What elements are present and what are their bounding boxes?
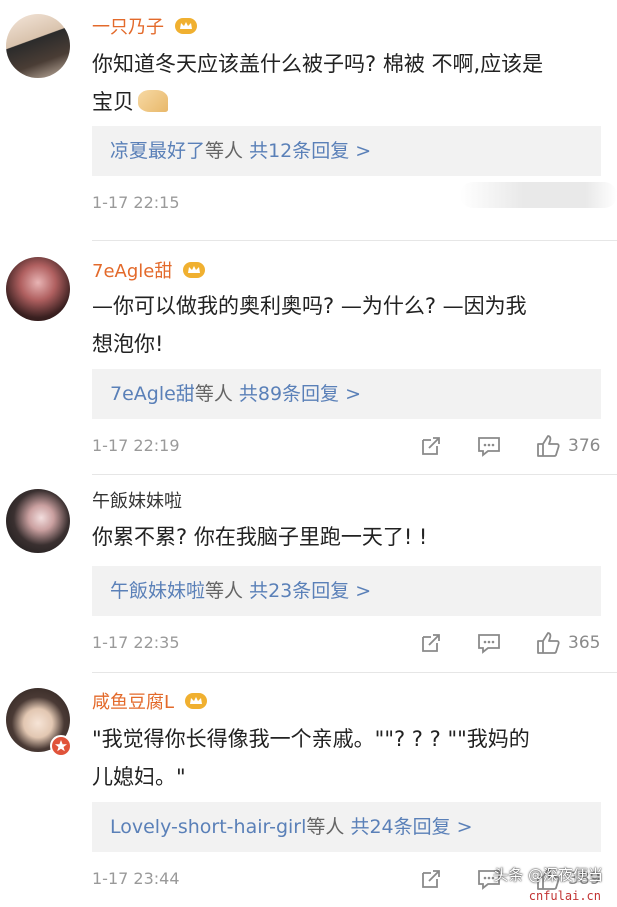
like-icon[interactable]	[535, 630, 561, 656]
username[interactable]: 午飯妹妹啦	[92, 491, 182, 513]
username[interactable]: 7eAgle甜	[92, 261, 206, 283]
crown-icon	[183, 262, 206, 278]
timestamp: 1-17 22:19	[92, 436, 180, 455]
comment-text: —你可以做我的奥利奥吗? —为什么? —因为我 想泡你!	[92, 294, 527, 356]
praying-hands-emoji-icon	[138, 90, 168, 112]
share-icon[interactable]	[419, 631, 443, 655]
crown-icon	[184, 693, 207, 709]
share-icon[interactable]	[419, 434, 443, 458]
avatar[interactable]	[6, 489, 70, 553]
avatar[interactable]	[6, 257, 70, 321]
divider	[92, 240, 617, 241]
like-count: 376	[568, 436, 601, 456]
reply-summary-button[interactable]: 午飯妹妹啦等人 共23条回复 >	[92, 566, 601, 616]
watermark-site: cnfulai.cn	[528, 889, 601, 903]
comment-icon[interactable]	[476, 434, 502, 458]
watermark: 头条 @深夜便当	[493, 866, 603, 884]
reply-summary-button[interactable]: 7eAgle甜等人 共89条回复 >	[92, 369, 601, 419]
like-icon[interactable]	[535, 433, 561, 459]
crown-icon	[174, 18, 197, 34]
reply-summary-button[interactable]: Lovely-short-hair-girl等人 共24条回复 >	[92, 802, 601, 852]
faded-action-bar	[460, 182, 617, 208]
divider	[92, 672, 617, 673]
timestamp: 1-17 22:35	[92, 633, 180, 652]
comment-text: 你累不累? 你在我脑子里跑一天了! !	[92, 525, 428, 549]
username[interactable]: 咸鱼豆腐L	[92, 692, 208, 714]
verified-badge-icon	[50, 735, 72, 757]
share-icon[interactable]	[419, 867, 443, 891]
comment-text: 你知道冬天应该盖什么被子吗? 棉被 不啊,应该是 宝贝	[92, 52, 544, 114]
timestamp: 1-17 22:15	[92, 193, 180, 212]
timestamp: 1-17 23:44	[92, 869, 180, 888]
avatar[interactable]	[6, 14, 70, 78]
like-count: 365	[568, 633, 601, 653]
comment-text: "我觉得你长得像我一个亲戚。""? ? ? ""我妈的 儿媳妇。"	[92, 727, 530, 789]
comment-icon[interactable]	[476, 631, 502, 655]
divider	[92, 474, 617, 475]
reply-summary-button[interactable]: 凉夏最好了等人 共12条回复 >	[92, 126, 601, 176]
username[interactable]: 一只乃子	[92, 17, 198, 39]
